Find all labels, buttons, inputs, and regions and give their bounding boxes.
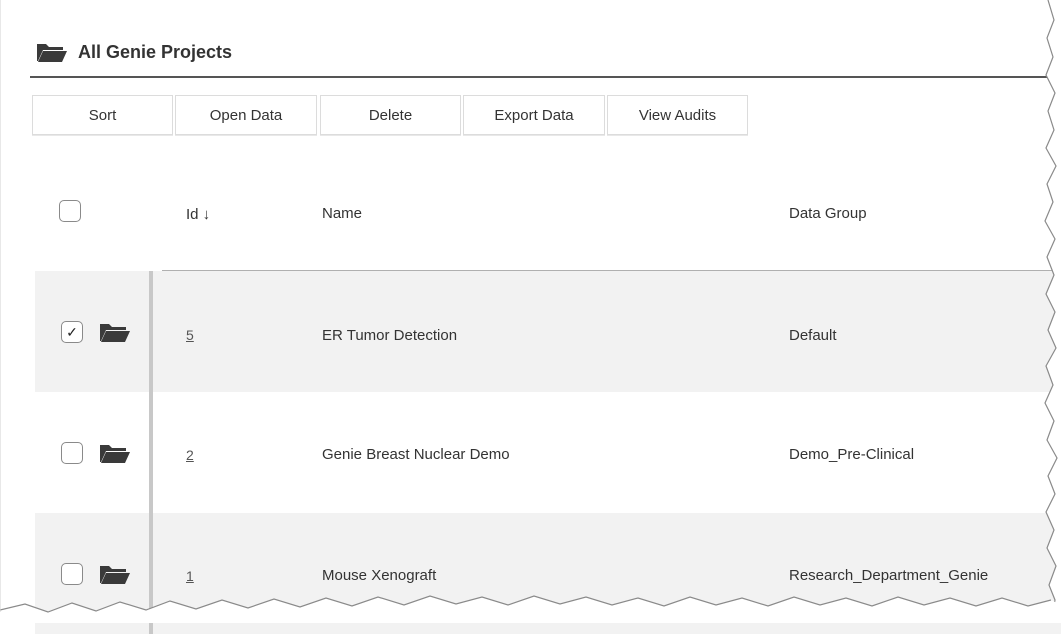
table-row[interactable]: 2 Genie Breast Nuclear Demo Demo_Pre-Cli… <box>35 392 1061 513</box>
column-header-id[interactable]: Id ↓ <box>186 206 210 223</box>
checkmark-icon: ✓ <box>66 323 78 340</box>
row-checkbox[interactable] <box>61 563 83 585</box>
project-data-group: Research_Department_Genie <box>789 567 989 584</box>
project-data-group: Default <box>789 327 837 344</box>
view-audits-button[interactable]: View Audits <box>607 95 748 135</box>
row-checkbox[interactable]: ✓ <box>61 321 83 343</box>
table-row[interactable]: ✓ 5 ER Tumor Detection Default <box>35 271 1061 392</box>
row-divider <box>149 513 153 634</box>
project-id-link[interactable]: 1 <box>186 568 194 584</box>
table-row[interactable]: 1 Mouse Xenograft Research_Department_Ge… <box>35 513 1061 634</box>
folder-open-icon <box>37 44 67 62</box>
select-all-checkbox[interactable] <box>59 200 81 222</box>
table-header: Id ↓ Name Data Group <box>32 180 1061 270</box>
row-divider <box>149 392 153 513</box>
page-title: All Genie Projects <box>78 42 233 62</box>
delete-button[interactable]: Delete <box>320 95 461 135</box>
project-name: ER Tumor Detection <box>322 327 458 344</box>
project-id-link[interactable]: 2 <box>186 447 194 463</box>
panel-header: All Genie Projects <box>30 36 1061 78</box>
open-data-button[interactable]: Open Data <box>175 95 317 135</box>
folder-open-icon[interactable] <box>99 563 131 585</box>
column-header-name[interactable]: Name <box>322 205 362 222</box>
row-divider <box>149 271 153 392</box>
project-name: Mouse Xenograft <box>322 567 437 584</box>
export-data-button[interactable]: Export Data <box>463 95 605 135</box>
sort-button[interactable]: Sort <box>32 95 173 135</box>
project-data-group: Demo_Pre-Clinical <box>789 446 915 463</box>
folder-open-icon[interactable] <box>99 442 131 464</box>
screenshot-frame: All Genie Projects Sort Open Data Delete… <box>0 0 1061 634</box>
project-id-link[interactable]: 5 <box>186 327 194 343</box>
row-checkbox[interactable] <box>61 442 83 464</box>
project-name: Genie Breast Nuclear Demo <box>322 446 510 463</box>
folder-open-icon[interactable] <box>99 321 131 343</box>
column-header-data-group[interactable]: Data Group <box>789 205 867 222</box>
